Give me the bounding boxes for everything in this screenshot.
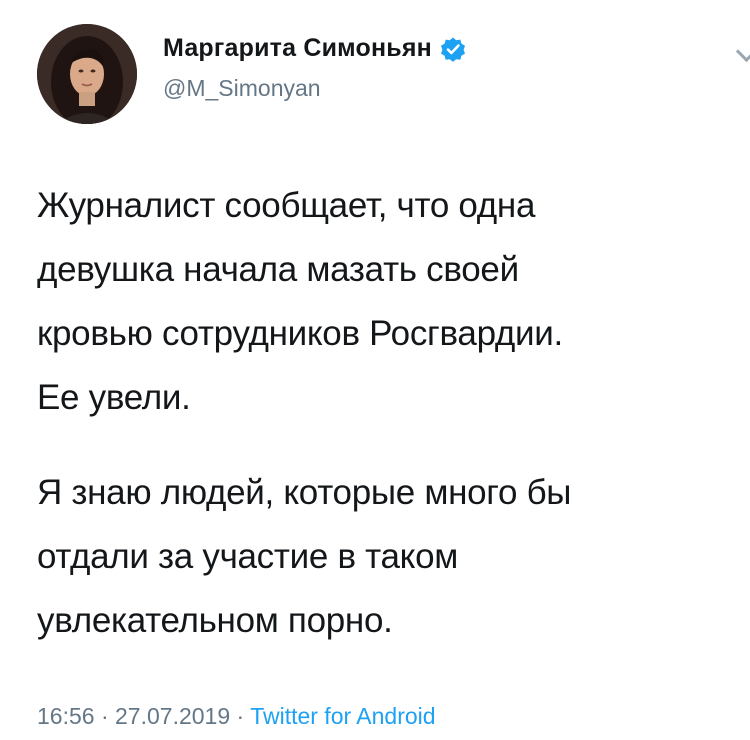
- avatar[interactable]: [37, 24, 137, 124]
- avatar-image: [37, 24, 137, 124]
- author-row: Маргарита Симоньян: [163, 34, 466, 63]
- tweet-text-paragraph-2: Я знаю людей, которые много бы отдали за…: [37, 473, 572, 640]
- meta-separator: ·: [100, 703, 109, 729]
- display-name[interactable]: Маргарита Симоньян: [163, 34, 432, 63]
- tweet-meta: 16:56 · 27.07.2019 · Twitter for Android: [37, 703, 436, 730]
- tweet-source-link[interactable]: Twitter for Android: [250, 703, 435, 729]
- user-handle[interactable]: @M_Simonyan: [163, 75, 321, 102]
- tweet-card: Маргарита Симоньян @M_Simonyan Журналист…: [0, 0, 750, 740]
- tweet-time[interactable]: 16:56: [37, 703, 95, 729]
- verified-badge-icon: [440, 37, 465, 62]
- chevron-down-icon[interactable]: [735, 40, 750, 63]
- tweet-date[interactable]: 27.07.2019: [115, 703, 230, 729]
- meta-separator: ·: [236, 703, 245, 729]
- tweet-text-paragraph-1: Журналист сообщает, что одна девушка нач…: [37, 186, 563, 417]
